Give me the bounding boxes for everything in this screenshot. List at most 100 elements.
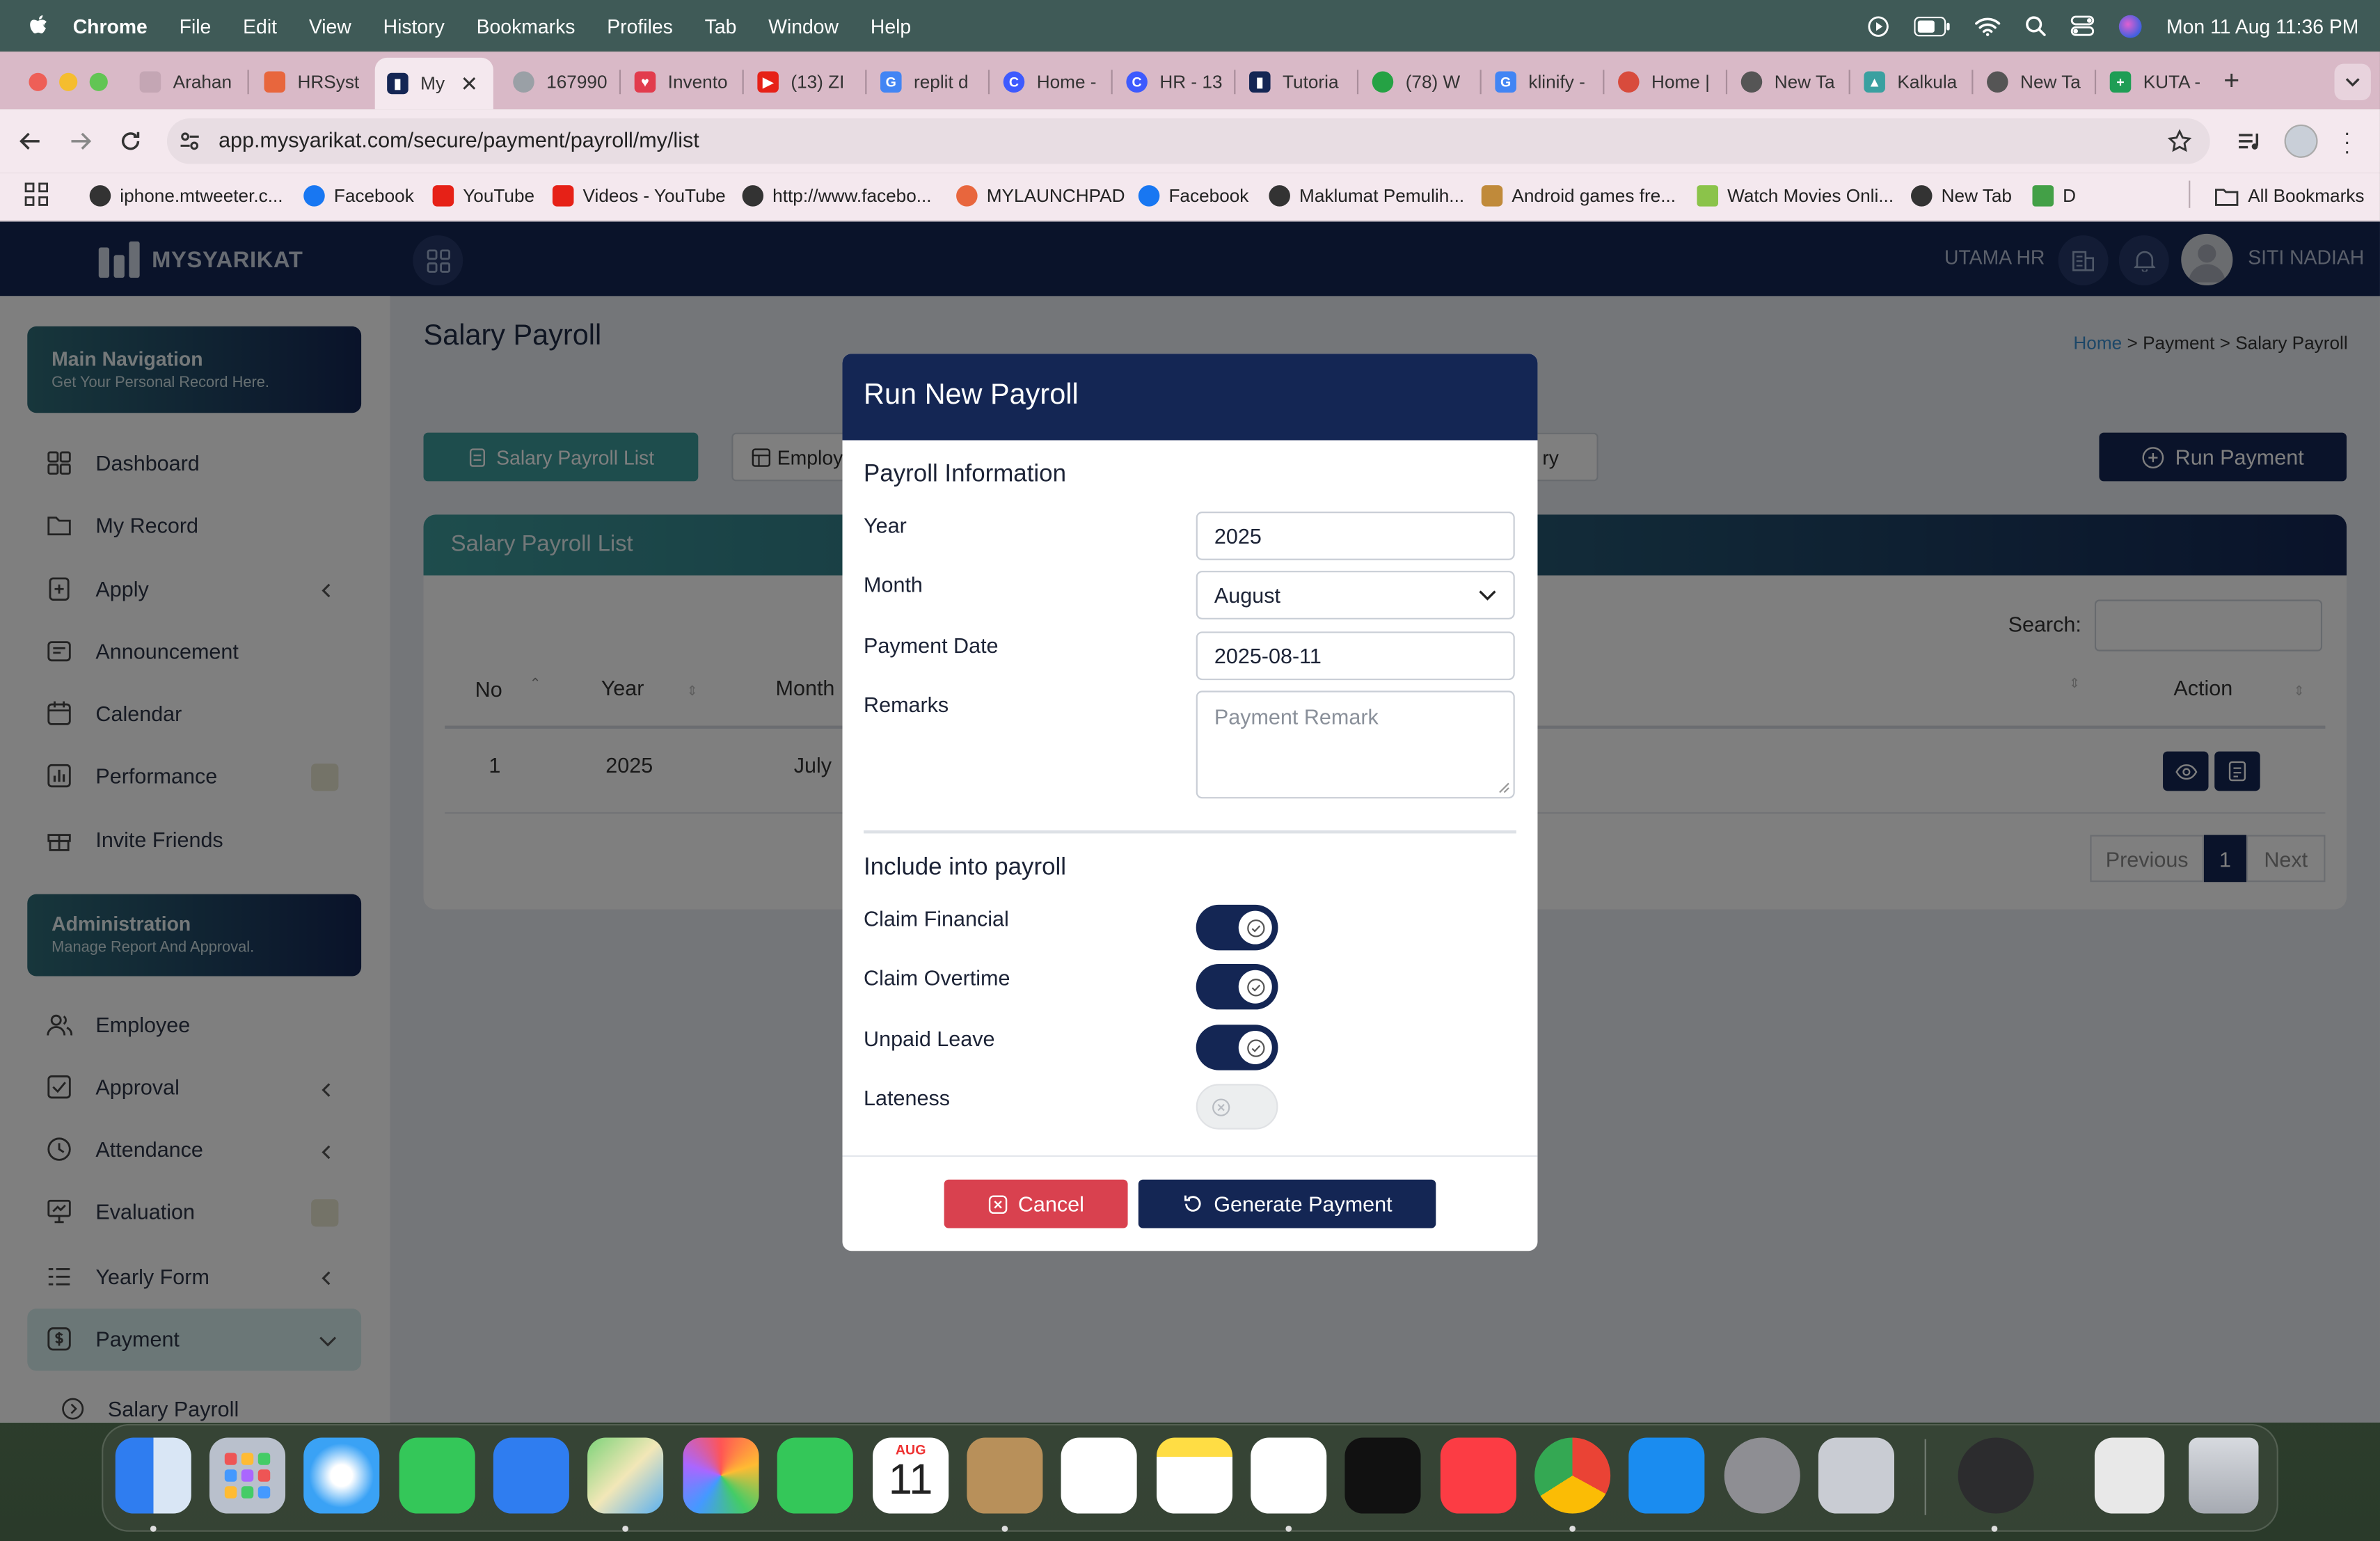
bookmark-item[interactable]: Watch Movies Onli... <box>1697 182 1894 210</box>
apple-tv-icon[interactable] <box>1344 1437 1421 1514</box>
browser-tab[interactable]: HRSyst <box>252 61 370 103</box>
browser-tab[interactable]: + KUTA - <box>2097 61 2216 103</box>
site-info-icon[interactable] <box>177 129 202 153</box>
bookmark-item[interactable]: http://www.facebo... <box>742 182 932 210</box>
bookmark-star-icon[interactable] <box>2167 129 2192 153</box>
bookmark-item[interactable]: Videos - YouTube <box>552 182 726 210</box>
browser-tab[interactable]: Arahan <box>127 61 246 103</box>
browser-tab-active[interactable]: ▮ My ✕ <box>374 57 493 110</box>
browser-tab[interactable]: ▶ (13) ZI <box>745 61 864 103</box>
window-close-button[interactable] <box>29 72 47 91</box>
chrome-icon[interactable] <box>1534 1437 1611 1514</box>
reminders-icon[interactable] <box>1061 1437 1137 1514</box>
browser-tab[interactable]: ♥ Invento <box>622 61 740 103</box>
browser-tab[interactable]: Home | <box>1606 61 1724 103</box>
year-input[interactable]: 2025 <box>1196 512 1515 560</box>
bookmark-item[interactable]: Maklumat Pemulih... <box>1269 182 1464 210</box>
url-text[interactable]: app.mysyarikat.com/secure/payment/payrol… <box>219 127 699 152</box>
apps-grid-icon[interactable] <box>24 182 49 207</box>
spotlight-search-icon[interactable] <box>2025 15 2047 37</box>
wifi-icon[interactable] <box>1975 16 2001 35</box>
trash-icon[interactable] <box>2189 1437 2259 1514</box>
remarks-textarea[interactable]: Payment Remark <box>1196 690 1515 799</box>
media-controls-icon[interactable] <box>2236 129 2263 153</box>
claim-overtime-toggle[interactable] <box>1196 963 1278 1010</box>
calendar-app-icon[interactable]: AUG 11 <box>873 1437 949 1514</box>
system-settings-icon[interactable] <box>1724 1437 1800 1514</box>
browser-tab[interactable]: Greplit d <box>868 61 987 103</box>
menu-bookmarks[interactable]: Bookmarks <box>477 15 576 38</box>
resize-handle-icon[interactable] <box>1498 782 1510 793</box>
contacts-icon[interactable] <box>967 1437 1043 1514</box>
finder-icon[interactable] <box>115 1437 191 1514</box>
menu-tab[interactable]: Tab <box>705 15 737 38</box>
running-indicator <box>1991 1526 1998 1532</box>
bookmark-item[interactable]: YouTube <box>432 182 534 210</box>
facetime-icon[interactable] <box>777 1437 853 1514</box>
app-store-icon[interactable] <box>1628 1437 1705 1514</box>
bookmark-item[interactable]: D <box>2032 182 2076 210</box>
menu-profiles[interactable]: Profiles <box>607 15 673 38</box>
menubar-datetime[interactable]: Mon 11 Aug 11:36 PM <box>2166 15 2358 38</box>
menu-help[interactable]: Help <box>871 15 911 38</box>
menu-history[interactable]: History <box>383 15 445 38</box>
browser-tab[interactable]: (78) W <box>1360 61 1478 103</box>
bookmark-item[interactable]: Facebook <box>303 182 414 210</box>
mail-icon[interactable] <box>493 1437 569 1514</box>
browser-tab[interactable]: C Home - <box>991 61 1109 103</box>
bookmark-item[interactable]: Facebook <box>1138 182 1248 210</box>
month-select[interactable]: August <box>1196 571 1515 619</box>
control-center-icon[interactable] <box>2071 15 2095 37</box>
apple-logo-icon[interactable] <box>27 14 51 38</box>
browser-tab[interactable]: ▮ Tutoria <box>1237 61 1356 103</box>
bookmark-item[interactable]: iphone.mtweeter.c... <box>89 182 283 210</box>
window-zoom-button[interactable] <box>89 72 108 91</box>
preview-icon[interactable] <box>2094 1437 2165 1514</box>
back-arrow-icon[interactable] <box>18 129 42 153</box>
forward-arrow-icon[interactable] <box>68 129 93 153</box>
notes-icon[interactable] <box>1156 1437 1233 1514</box>
maps-icon[interactable] <box>587 1437 664 1514</box>
menu-window[interactable]: Window <box>768 15 839 38</box>
quicktime-icon[interactable] <box>1958 1437 2034 1514</box>
claim-financial-toggle[interactable] <box>1196 904 1278 951</box>
browser-tab[interactable]: New Ta <box>1975 61 2093 103</box>
lateness-toggle[interactable] <box>1196 1084 1278 1130</box>
all-bookmarks-button[interactable]: All Bookmarks <box>2214 182 2364 210</box>
browser-tab[interactable]: Gklinify - <box>1483 61 1601 103</box>
bookmark-label: MYLAUNCHPAD <box>986 185 1125 207</box>
photos-icon[interactable] <box>683 1437 759 1514</box>
tab-divider <box>1603 70 1605 95</box>
menu-edit[interactable]: Edit <box>243 15 277 38</box>
tab-close-icon[interactable]: ✕ <box>460 70 478 96</box>
freeform-icon[interactable] <box>1251 1437 1327 1514</box>
menu-file[interactable]: File <box>180 15 212 38</box>
menu-app-name[interactable]: Chrome <box>73 15 148 38</box>
window-minimize-button[interactable] <box>59 72 78 91</box>
browser-tab[interactable]: ▲ Kalkula <box>1852 61 1970 103</box>
siri-icon[interactable] <box>2119 14 2143 38</box>
cancel-button[interactable]: Cancel <box>944 1179 1128 1228</box>
profile-avatar[interactable] <box>2284 124 2318 158</box>
iphone-mirroring-icon[interactable] <box>1818 1437 1895 1514</box>
battery-icon[interactable] <box>1914 15 1951 36</box>
launchpad-icon[interactable] <box>209 1437 286 1514</box>
tab-search-button[interactable] <box>2334 63 2371 100</box>
bookmark-item[interactable]: Android games fre... <box>1481 182 1676 210</box>
kebab-menu-icon[interactable]: · · · <box>2344 121 2351 161</box>
browser-tab[interactable]: 167990 <box>501 61 619 103</box>
messages-icon[interactable] <box>399 1437 475 1514</box>
music-icon[interactable] <box>1440 1437 1516 1514</box>
safari-icon[interactable] <box>303 1437 380 1514</box>
reload-icon[interactable] <box>118 129 143 153</box>
menu-view[interactable]: View <box>309 15 351 38</box>
generate-payment-button[interactable]: Generate Payment <box>1138 1179 1436 1228</box>
bookmark-item[interactable]: New Tab <box>1911 182 2012 210</box>
new-tab-button[interactable]: + <box>2223 65 2239 97</box>
play-status-icon[interactable] <box>1867 15 1890 38</box>
bookmark-item[interactable]: MYLAUNCHPAD <box>956 182 1125 210</box>
unpaid-leave-toggle[interactable] <box>1196 1025 1278 1070</box>
browser-tab[interactable]: New Ta <box>1729 61 1847 103</box>
browser-tab[interactable]: C HR - 13 <box>1114 61 1232 103</box>
payment-date-input[interactable]: 2025-08-11 <box>1196 631 1515 681</box>
